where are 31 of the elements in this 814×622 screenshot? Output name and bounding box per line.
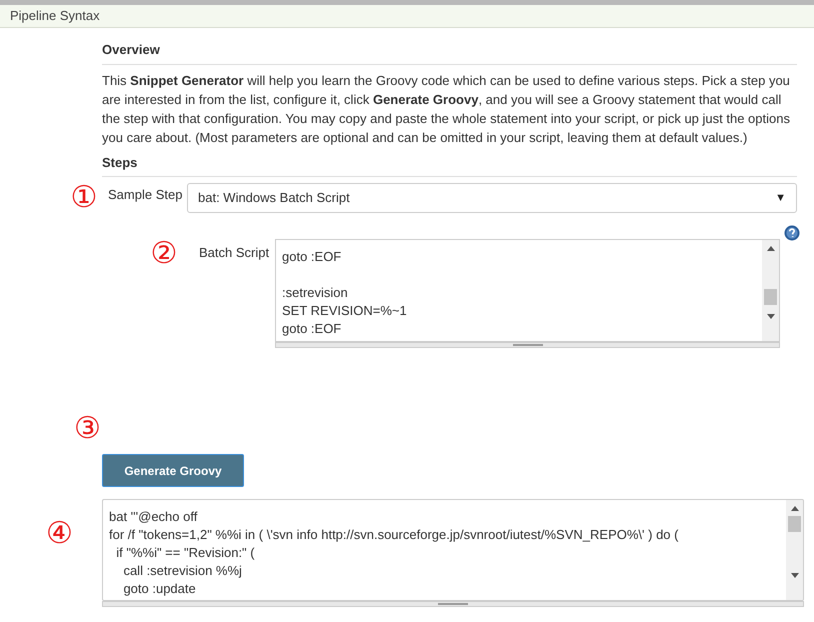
code-line: if "%%i" == "Revision:" ( (115, 544, 256, 562)
scroll-up-icon (766, 246, 774, 251)
resize-grip-bar[interactable] (102, 601, 804, 607)
output-textarea[interactable]: bat '''@echo off for /f "tokens=1,2" %%i in ( \'svn info http://svn.sourceforge.jp/svnroot/iutest/%SVN_REPO%\' ) do ( if "%%i" == "Revision:" ( call :setrevision %%j goto :update (102, 499, 804, 601)
section-heading: Steps (102, 154, 138, 170)
help-icon[interactable] (784, 225, 800, 241)
batch-script-textarea[interactable]: goto :EOF :setrevision SET REVISION=%~1 goto :EOF (275, 239, 780, 342)
annotation-number: ④ (46, 517, 73, 550)
annotation-number: ③ (74, 412, 101, 445)
scroll-up-icon (790, 506, 798, 511)
generate-groovy-button[interactable]: Generate Groovy (102, 454, 244, 487)
scroll-down-icon (790, 573, 798, 578)
page-title: Pipeline Syntax (10, 7, 100, 26)
scrollbar[interactable] (762, 240, 779, 341)
code-line: call :setrevision %%j (122, 562, 243, 580)
annotation-number: ① (70, 183, 98, 213)
section-heading: Overview (102, 42, 160, 57)
field-label: Batch Script (199, 244, 270, 262)
scroll-thumb[interactable] (764, 289, 777, 305)
overview-text: This Snippet Generator will help you learn the Groovy code which can be used to define various steps. Pick a step you are interested in from the list, configure it, click Generate Groovy, and you will see a Groovy statement that would call the step with that configuration. You may copy and paste the whole statement into your script, or pick up just the options you care about. (Most parameters are optional and can be omitted in your script, leaving them at default values.) (102, 72, 791, 146)
resize-grip-bar[interactable] (275, 342, 780, 348)
code-line: for /f "tokens=1,2" %%i in ( \'svn info http://svn.sourceforge.jp/svnroot/iutest/%SVN_REPO%\' ) do ( (109, 526, 680, 544)
code-line: bat '''@echo off (109, 508, 198, 526)
sample-step-dropdown[interactable]: bat: Windows Batch Script ▼ (187, 183, 797, 213)
annotation-number: ② (150, 239, 178, 269)
code-line: goto :update (122, 580, 197, 598)
field-label: Sample Step (108, 186, 184, 204)
script-text: goto :EOF :setrevision SET REVISION=%~1 goto :EOF (282, 248, 408, 338)
scrollbar[interactable] (786, 500, 803, 600)
scroll-thumb[interactable] (788, 516, 801, 532)
scroll-down-icon (766, 314, 774, 319)
